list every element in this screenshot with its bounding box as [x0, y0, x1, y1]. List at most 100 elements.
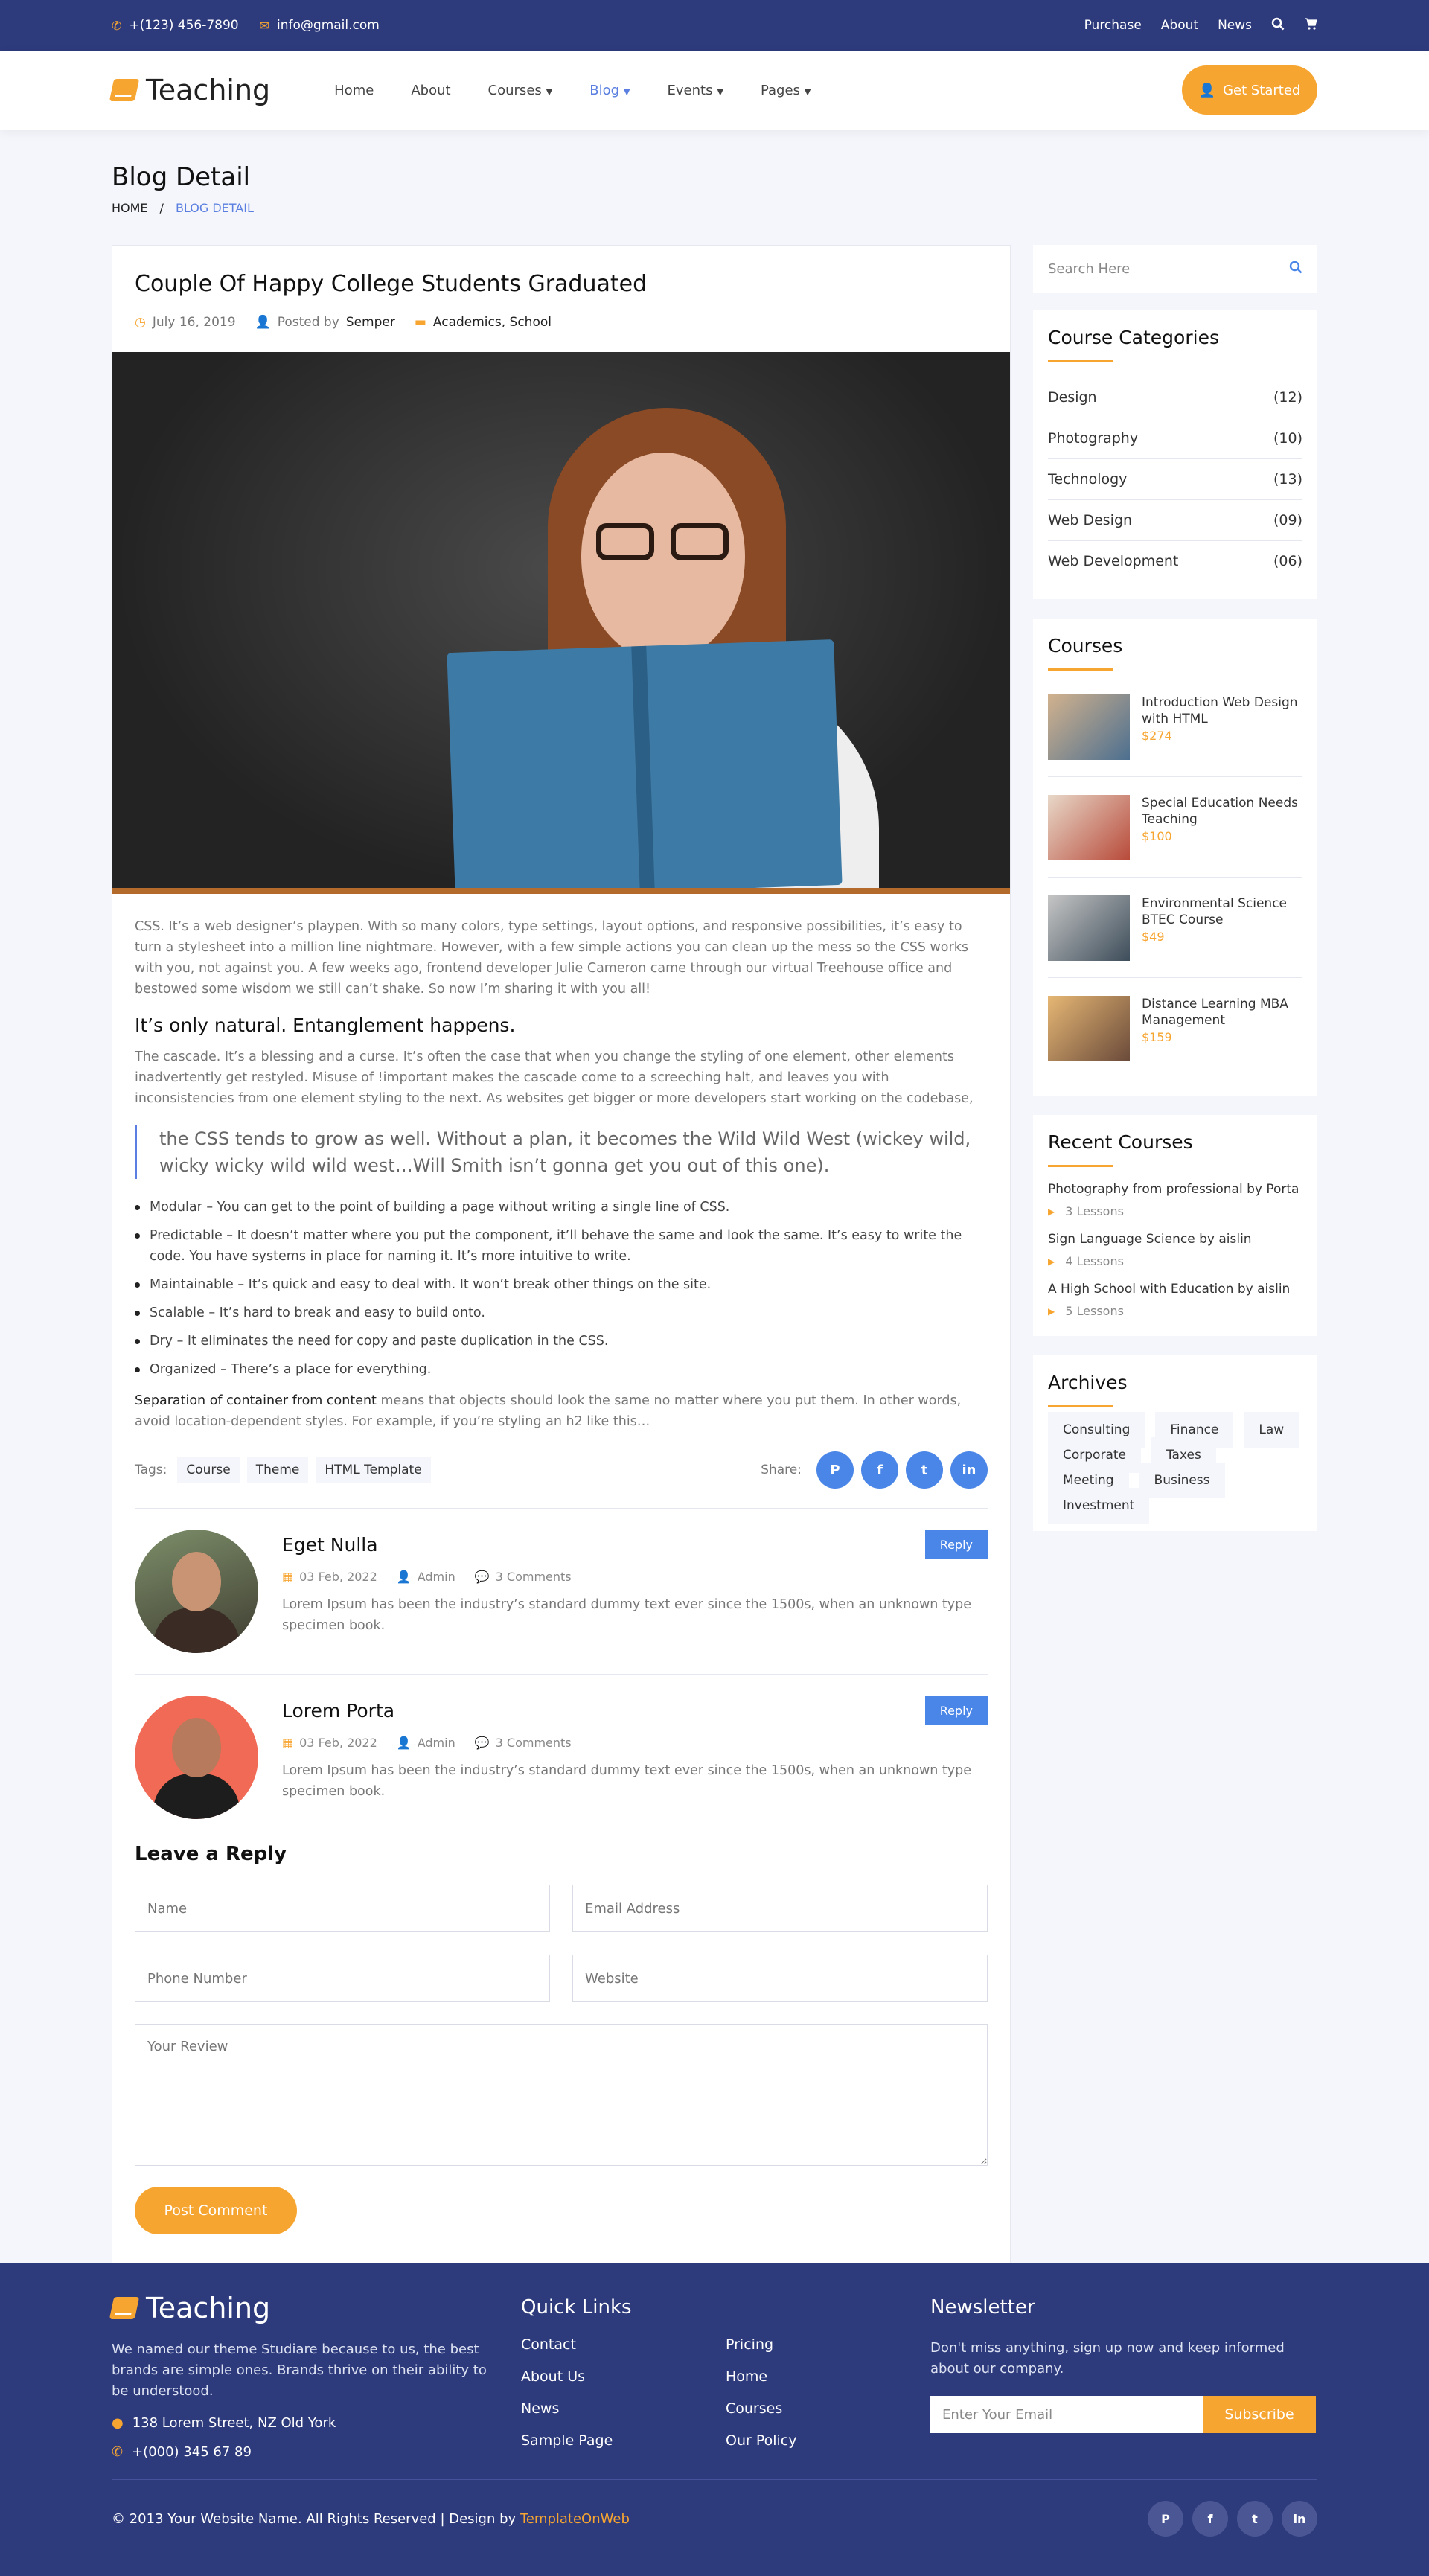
tag-theme[interactable]: Theme	[246, 1457, 309, 1483]
archive-tag[interactable]: Finance	[1155, 1412, 1234, 1448]
facebook-icon[interactable]: f	[861, 1451, 898, 1489]
footer-logo[interactable]: Teaching	[109, 2292, 521, 2324]
list-item: Scalable – It’s hard to break and easy t…	[135, 1303, 988, 1323]
recent-course-title[interactable]: A High School with Education by aislin	[1048, 1282, 1302, 1297]
article-author[interactable]: Semper	[346, 315, 395, 330]
course-thumbnail[interactable]	[1048, 996, 1130, 1061]
tag-course[interactable]: Course	[177, 1457, 240, 1483]
footer-link-home[interactable]: Home	[726, 2368, 930, 2385]
user-icon: 👤	[255, 315, 271, 330]
article-paragraph: CSS. It’s a web designer’s playpen. With…	[135, 919, 968, 997]
search-icon[interactable]	[1271, 17, 1285, 34]
pinterest-icon[interactable]: P	[1148, 2501, 1183, 2537]
email-field[interactable]	[572, 1885, 988, 1932]
list-item: Modular – You can get to the point of bu…	[135, 1197, 988, 1218]
reply-button[interactable]: Reply	[924, 1696, 988, 1725]
cart-icon[interactable]	[1304, 17, 1317, 34]
tag-html-template[interactable]: HTML Template	[316, 1457, 431, 1483]
breadcrumb-home[interactable]: HOME	[112, 201, 148, 215]
linkedin-icon[interactable]: in	[1282, 2501, 1317, 2537]
website-field[interactable]	[572, 1955, 988, 2002]
review-textarea[interactable]	[135, 2024, 988, 2166]
breadcrumb-separator: /	[159, 201, 164, 215]
recent-course-title[interactable]: Photography from professional by Porta	[1048, 1182, 1302, 1197]
article-paragraph: Separation of container from content mea…	[135, 1393, 962, 1429]
course-thumbnail[interactable]	[1048, 694, 1130, 760]
archive-tag[interactable]: Law	[1244, 1412, 1299, 1448]
post-comment-button[interactable]: Post Comment	[135, 2187, 297, 2234]
archive-tag[interactable]: Meeting	[1048, 1463, 1129, 1498]
reply-form-title: Leave a Reply	[135, 1843, 287, 1865]
folder-icon: ▬	[414, 315, 426, 330]
list-item: Dry – It eliminates the need for copy an…	[135, 1331, 988, 1352]
get-started-button[interactable]: 👤 Get Started	[1182, 65, 1317, 115]
pinterest-icon[interactable]: P	[816, 1451, 854, 1489]
nav-about[interactable]: About	[411, 83, 450, 98]
topbar-link-news[interactable]: News	[1218, 18, 1252, 33]
footer-link-news[interactable]: News	[521, 2400, 726, 2417]
archive-tag[interactable]: Business	[1139, 1463, 1225, 1498]
nav-events[interactable]: Events ▼	[668, 83, 723, 98]
twitter-icon[interactable]: t	[906, 1451, 943, 1489]
course-item[interactable]: Distance Learning MBA Management $159	[1048, 987, 1302, 1078]
nav-courses[interactable]: Courses ▼	[488, 83, 553, 98]
map-marker-icon: ●	[112, 2415, 124, 2431]
designer-link[interactable]: TemplateOnWeb	[520, 2511, 630, 2527]
subscribe-button[interactable]: Subscribe	[1203, 2396, 1316, 2433]
course-thumbnail[interactable]	[1048, 795, 1130, 860]
archive-tag[interactable]: Corporate	[1048, 1437, 1141, 1473]
article-categories[interactable]: Academics, School	[433, 315, 552, 330]
reply-button[interactable]: Reply	[924, 1530, 988, 1559]
newsletter-title: Newsletter	[930, 2296, 1035, 2318]
archive-tag[interactable]: Investment	[1048, 1488, 1150, 1524]
nav-pages[interactable]: Pages ▼	[761, 83, 811, 98]
tags-share-row: Tags: Course Theme HTML Template Share: …	[135, 1451, 988, 1509]
comment-author: Lorem Porta	[282, 1699, 395, 1722]
recent-course-title[interactable]: Sign Language Science by aislin	[1048, 1232, 1302, 1247]
caret-right-icon: ▶	[1048, 1305, 1055, 1317]
name-field[interactable]	[135, 1885, 550, 1932]
course-item[interactable]: Special Education Needs Teaching $100	[1048, 786, 1302, 878]
topbar-email[interactable]: ✉ info@gmail.com	[260, 18, 380, 33]
topbar-link-purchase[interactable]: Purchase	[1084, 18, 1142, 33]
envelope-icon: ✉	[259, 18, 270, 33]
nav-blog[interactable]: Blog ▼	[589, 83, 630, 98]
footer-link-pricing[interactable]: Pricing	[726, 2336, 930, 2353]
category-item[interactable]: Technology (13)	[1048, 459, 1302, 500]
category-item[interactable]: Photography (10)	[1048, 418, 1302, 459]
footer-link-courses[interactable]: Courses	[726, 2400, 930, 2417]
comment: Lorem Porta Reply ▦ 03 Feb, 2022 👤 Admin 💬…	[135, 1675, 988, 1826]
footer-link-about-us[interactable]: About Us	[521, 2368, 726, 2385]
archive-tag[interactable]: Taxes	[1151, 1437, 1216, 1473]
footer-link-contact[interactable]: Contact	[521, 2336, 726, 2353]
topbar-link-about[interactable]: About	[1161, 18, 1198, 33]
breadcrumb: HOME / BLOG DETAIL	[112, 201, 1317, 215]
course-thumbnail[interactable]	[1048, 895, 1130, 961]
phone-field[interactable]	[135, 1955, 550, 2002]
sidebar: Search Here Course Categories Design (12)…	[1033, 245, 1317, 1550]
calendar-icon: ▦	[282, 1570, 294, 1584]
facebook-icon[interactable]: f	[1192, 2501, 1228, 2537]
site-logo[interactable]: Teaching	[109, 74, 270, 106]
footer-link-sample-page[interactable]: Sample Page	[521, 2432, 726, 2449]
newsletter-email-input[interactable]: Enter Your Email	[930, 2396, 1203, 2433]
category-item[interactable]: Design (12)	[1048, 377, 1302, 418]
widget-title: Recent Courses	[1048, 1131, 1193, 1153]
linkedin-icon[interactable]: in	[950, 1451, 988, 1489]
user-icon: 👤	[1198, 82, 1216, 98]
archive-tag[interactable]: Consulting	[1048, 1412, 1145, 1448]
search-icon[interactable]	[1289, 261, 1302, 278]
sidebar-search[interactable]: Search Here	[1033, 245, 1317, 293]
twitter-icon[interactable]: t	[1237, 2501, 1273, 2537]
nav-home[interactable]: Home	[334, 83, 374, 98]
category-item[interactable]: Web Design (09)	[1048, 500, 1302, 541]
list-item: Predictable – It doesn’t matter where yo…	[135, 1225, 988, 1267]
book-icon	[109, 2297, 140, 2319]
clock-icon: ◷	[135, 315, 146, 330]
article-date: July 16, 2019	[152, 315, 236, 330]
caret-right-icon: ▶	[1048, 1256, 1055, 1267]
category-item[interactable]: Web Development (06)	[1048, 541, 1302, 581]
footer-link-our-policy[interactable]: Our Policy	[726, 2432, 930, 2449]
course-item[interactable]: Environmental Science BTEC Course $49	[1048, 886, 1302, 978]
course-item[interactable]: Introduction Web Design with HTML $274	[1048, 685, 1302, 777]
